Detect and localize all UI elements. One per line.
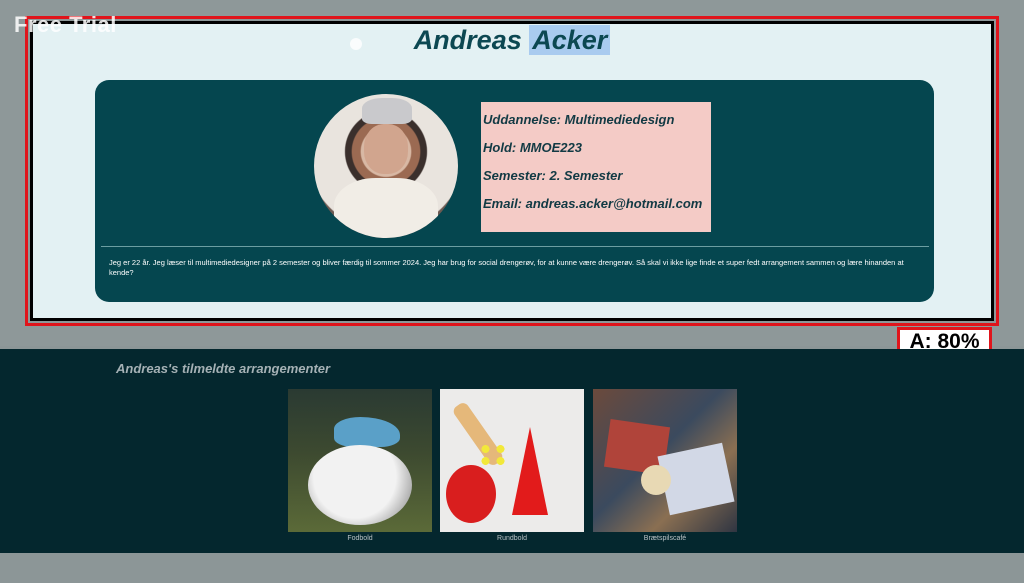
- title-last-name: Acker: [529, 25, 611, 55]
- event-image-rounders[interactable]: [440, 389, 584, 532]
- event-label: Rundbold: [497, 535, 527, 542]
- page-footer-band: [0, 553, 1024, 583]
- event-card-rundbold[interactable]: Rundbold: [440, 389, 584, 542]
- profile-info: Uddannelse: Multimediedesign Hold: MMOE2…: [481, 102, 711, 232]
- profile-card: Uddannelse: Multimediedesign Hold: MMOE2…: [95, 80, 934, 302]
- profile-section: Andreas Acker Uddannelse: Multimediedesi…: [30, 21, 994, 321]
- event-image-football[interactable]: [288, 389, 432, 532]
- title-first-name: Andreas: [413, 25, 522, 55]
- event-label: Brætspilscafé: [643, 535, 687, 542]
- divider: [101, 246, 929, 247]
- education-text: Uddannelse: Multimediedesign: [483, 112, 675, 127]
- page-title: Andreas Acker: [33, 25, 991, 56]
- events-heading: Andreas's tilmeldte arrangementer: [116, 361, 331, 376]
- avatar: [314, 94, 458, 238]
- event-card-braetspil[interactable]: Brætspilscafé: [593, 389, 737, 542]
- event-card-fodbold[interactable]: Fodbold: [288, 389, 432, 542]
- semester-text: Semester: 2. Semester: [483, 168, 623, 183]
- bio-text: Jeg er 22 år. Jeg læser til multimediede…: [109, 258, 904, 277]
- free-trial-watermark: Free Trial: [14, 12, 117, 37]
- email-text[interactable]: Email: andreas.acker@hotmail.com: [483, 196, 709, 211]
- team-text: Hold: MMOE223: [483, 140, 582, 155]
- event-label: Fodbold: [347, 535, 373, 542]
- events-section: Andreas's tilmeldte arrangementer Fodbol…: [0, 349, 1024, 553]
- event-image-boardgames[interactable]: [593, 389, 737, 532]
